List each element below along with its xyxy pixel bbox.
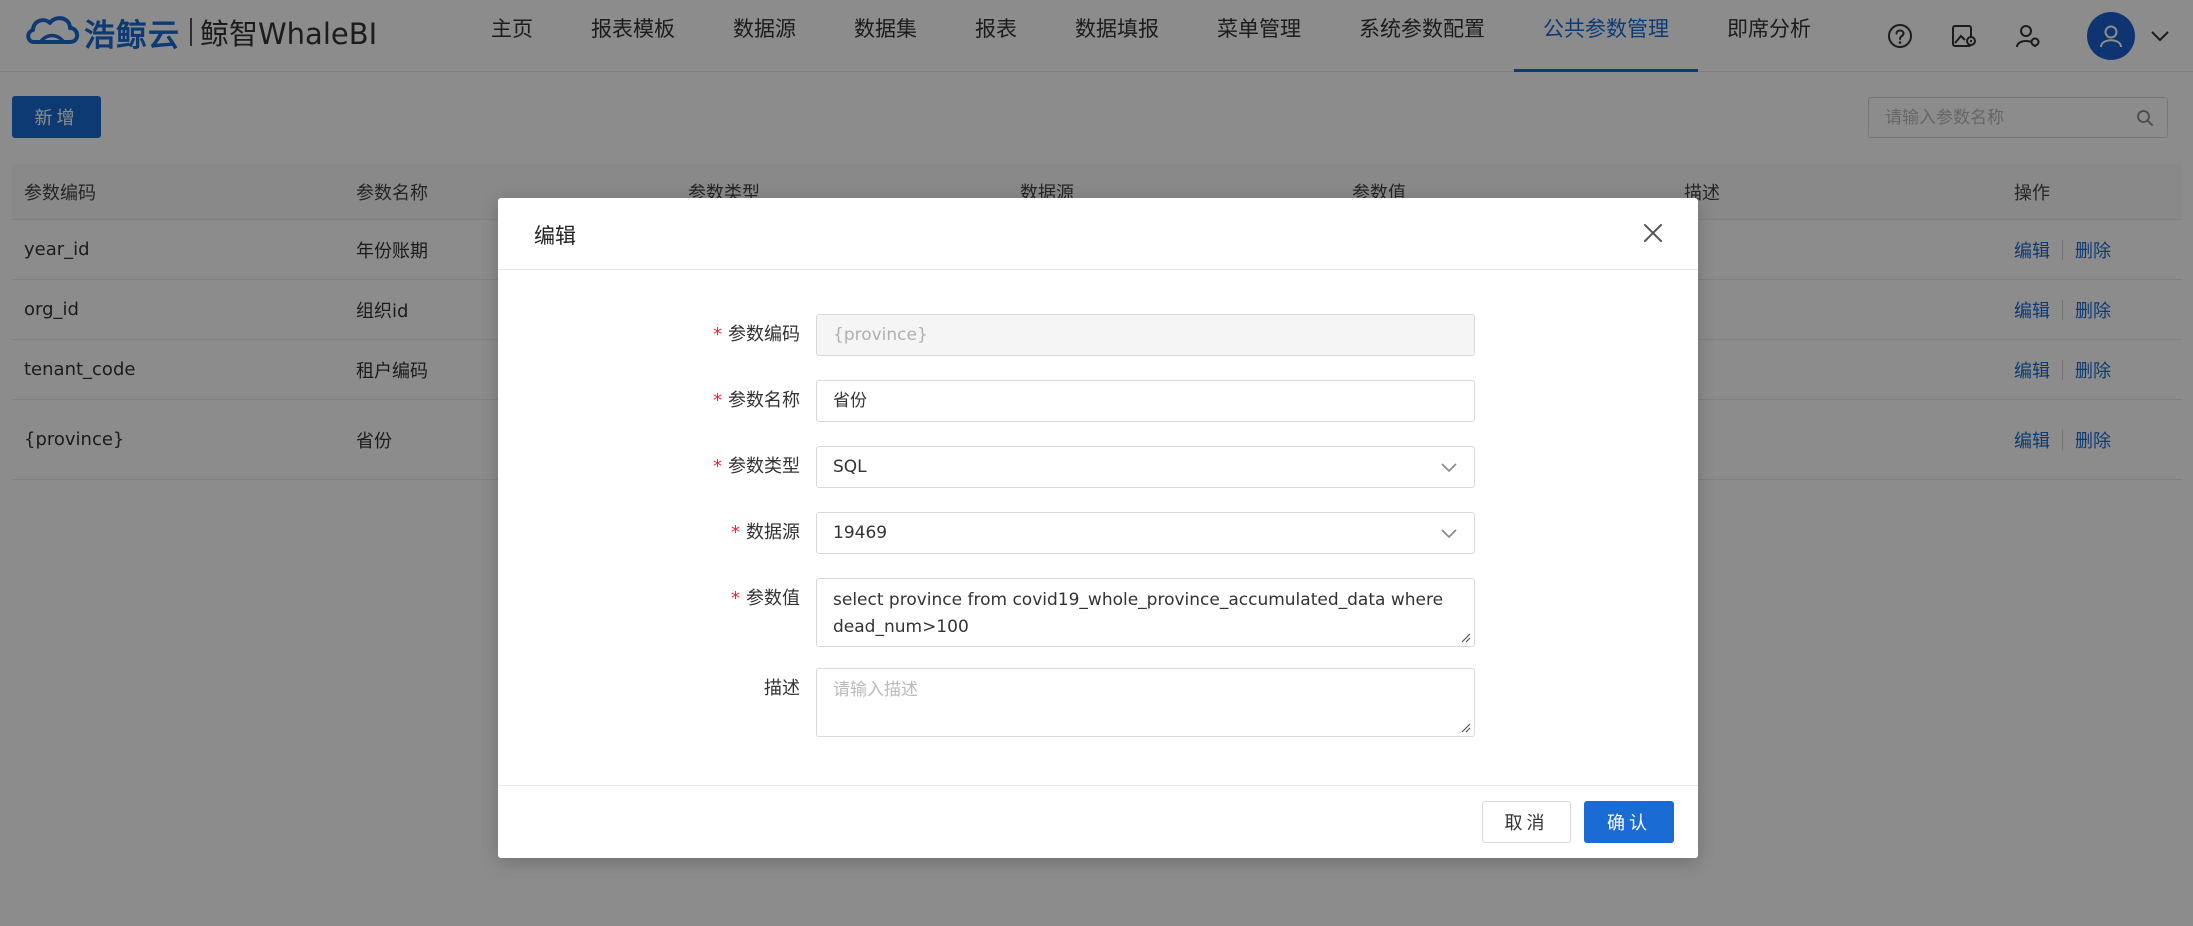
value-field	[816, 578, 1475, 647]
chevron-down-icon	[1441, 463, 1457, 473]
edit-dialog: 编辑 *参数编码 *参数名称 *参数类型 SQL *数据源 19469 *参数值	[498, 198, 1698, 858]
label-value: * 参数值	[731, 588, 800, 609]
name-field	[816, 380, 1475, 422]
dialog-header: 编辑	[498, 198, 1698, 270]
desc-textarea[interactable]	[833, 677, 1453, 729]
dialog-footer: 取消 确认	[498, 785, 1698, 858]
desc-field	[816, 668, 1475, 737]
datasource-select[interactable]: 19469	[816, 512, 1475, 554]
code-input	[833, 315, 1453, 355]
required-mark: *	[731, 522, 740, 543]
confirm-button[interactable]: 确认	[1584, 801, 1674, 843]
required-mark: *	[731, 588, 740, 609]
resize-handle-icon[interactable]	[1459, 631, 1471, 643]
required-mark: *	[713, 324, 722, 345]
resize-handle-icon[interactable]	[1459, 721, 1471, 733]
required-mark: *	[713, 456, 722, 477]
label-type: * 参数类型	[713, 456, 800, 477]
datasource-selected-value: 19469	[833, 523, 888, 543]
cancel-button[interactable]: 取消	[1482, 801, 1571, 843]
type-select[interactable]: SQL	[816, 446, 1475, 488]
type-selected-value: SQL	[833, 457, 867, 477]
label-desc: 描述	[764, 678, 800, 699]
chevron-down-icon	[1441, 529, 1457, 539]
label-code: * 参数编码	[713, 324, 800, 345]
label-datasource: * 数据源	[731, 522, 800, 543]
label-name: * 参数名称	[713, 390, 800, 411]
name-input[interactable]	[833, 381, 1453, 421]
required-mark: *	[713, 390, 722, 411]
value-textarea[interactable]	[833, 587, 1453, 639]
close-icon[interactable]	[1640, 220, 1666, 246]
code-field	[816, 314, 1475, 356]
dialog-title: 编辑	[534, 224, 576, 248]
